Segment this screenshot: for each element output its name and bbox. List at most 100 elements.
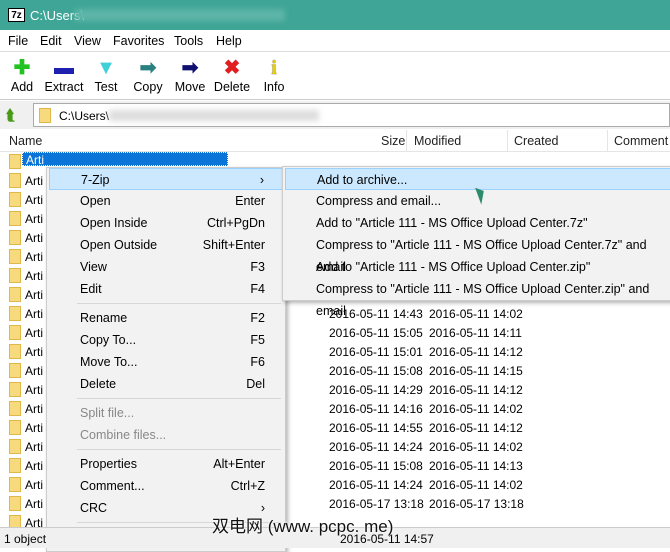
menu-item-shortcut: Enter [235, 194, 265, 208]
menu-item-shortcut: F5 [250, 333, 265, 347]
extract-button[interactable]: ▬ Extract [42, 56, 86, 94]
context-item-open[interactable]: Open Enter [49, 190, 283, 212]
folder-icon [9, 401, 21, 416]
created-cell: 2016-05-11 14:12 [429, 383, 523, 397]
submenu-item[interactable]: Compress to "Article 111 - MS Office Upl… [285, 278, 670, 318]
file-name: Arti [25, 421, 43, 435]
modified-cell: 2016-05-11 15:08 [329, 459, 423, 473]
context-item-combine-files: Combine files... [49, 424, 283, 446]
folder-icon [9, 496, 21, 511]
folder-up-icon[interactable]: ⮬ [6, 107, 15, 124]
context-item-view[interactable]: View F3 [49, 256, 283, 278]
created-cell: 2016-05-11 14:13 [429, 459, 523, 473]
check-icon: ▼ [96, 57, 116, 79]
menu-favorites[interactable]: Favorites [113, 34, 164, 48]
menu-item-label: Open [80, 194, 111, 208]
delete-button[interactable]: ✖ Delete [210, 56, 254, 94]
context-item-move-to[interactable]: Move To... F6 [49, 351, 283, 373]
menu-tools[interactable]: Tools [174, 34, 203, 48]
info-button[interactable]: i Info [252, 56, 296, 94]
context-item-comment[interactable]: Comment... Ctrl+Z [49, 475, 283, 497]
menu-item-shortcut: F4 [250, 282, 265, 296]
context-item-open-inside[interactable]: Open Inside Ctrl+PgDn [49, 212, 283, 234]
file-name: Arti [25, 497, 43, 511]
folder-icon [9, 325, 21, 340]
col-size[interactable]: Size [381, 134, 405, 148]
created-cell: 2016-05-11 14:02 [429, 440, 523, 454]
context-item-rename[interactable]: Rename F2 [49, 307, 283, 329]
created-cell: 2016-05-11 14:12 [429, 421, 523, 435]
submenu-item-label: Add to "Article 111 - MS Office Upload C… [316, 216, 588, 230]
submenu-item[interactable]: Compress to "Article 111 - MS Office Upl… [285, 234, 670, 274]
column-header: Name Size Modified Created Comment [0, 130, 670, 152]
menu-item-label: Open Outside [80, 238, 158, 252]
col-created[interactable]: Created [514, 134, 558, 148]
menu-help[interactable]: Help [216, 34, 242, 48]
modified-cell: 2016-05-11 14:55 [329, 421, 423, 435]
selected-file-name[interactable]: Arti [22, 152, 228, 167]
copy-button[interactable]: ➡ Copy [126, 56, 170, 94]
file-name: Arti [25, 383, 43, 397]
folder-icon [9, 344, 21, 359]
folder-icon [9, 477, 21, 492]
created-cell: 2016-05-11 14:02 [429, 478, 523, 492]
file-name: Arti [25, 288, 43, 302]
created-cell: 2016-05-11 14:15 [429, 364, 523, 378]
folder-icon [9, 382, 21, 397]
file-name: Arti [25, 174, 43, 188]
folder-icon [9, 363, 21, 378]
context-item-copy-to[interactable]: Copy To... F5 [49, 329, 283, 351]
menu-item-label: CRC [80, 501, 108, 515]
folder-icon [9, 173, 21, 188]
menu-item-label: 7-Zip [81, 173, 110, 187]
modified-cell: 2016-05-11 14:24 [329, 440, 423, 454]
file-name: Arti [25, 478, 43, 492]
blurred-path [109, 110, 319, 121]
col-name[interactable]: Name [9, 134, 42, 148]
watermark: 双电网 (www. pcpc. me) [212, 517, 394, 536]
file-name: Arti [25, 326, 43, 340]
col-comment[interactable]: Comment [614, 134, 668, 148]
col-modified[interactable]: Modified [414, 134, 461, 148]
status-count: 1 object [4, 532, 47, 546]
context-item-delete[interactable]: Delete Del [49, 373, 283, 395]
file-name: Arti [25, 250, 43, 264]
file-name: Arti [25, 269, 43, 283]
menu-item-shortcut: F2 [250, 311, 265, 325]
context-item-properties[interactable]: Properties Alt+Enter [49, 453, 283, 475]
menu-item-shortcut: Ctrl+Z [230, 479, 265, 493]
menu-item-shortcut: Ctrl+PgDn [206, 216, 265, 230]
submenu-item-label: Compress and email... [316, 194, 442, 208]
address-input[interactable]: C:\Users\ [33, 103, 670, 127]
add-button[interactable]: ✚ Add [0, 56, 44, 94]
context-item-edit[interactable]: Edit F4 [49, 278, 283, 300]
extract-label: Extract [44, 80, 84, 94]
menu-edit[interactable]: Edit [40, 34, 62, 48]
menu-item-shortcut: F6 [250, 355, 265, 369]
menu-view[interactable]: View [74, 34, 101, 48]
test-label: Test [94, 80, 118, 94]
menu-separator [77, 398, 281, 399]
folder-icon [9, 268, 21, 283]
context-menu: 7-Zip › Open Enter Open Inside Ctrl+PgDn Open … [46, 167, 286, 552]
submenu-item[interactable]: Add to "Article 111 - MS Office Upload C… [285, 212, 670, 234]
copy-label: Copy [133, 80, 163, 94]
menu-item-label: Move To... [80, 355, 138, 369]
address-bar: ⮬ C:\Users\ [0, 101, 670, 129]
context-item-open-outside[interactable]: Open Outside Shift+Enter [49, 234, 283, 256]
menu-item-label: Copy To... [80, 333, 137, 347]
move-button[interactable]: ➡ Move [168, 56, 212, 94]
folder-icon [9, 154, 21, 169]
submenu-item[interactable]: Add to "Article 111 - MS Office Upload C… [285, 256, 670, 278]
menu-item-label: Comment... [80, 479, 145, 493]
app-logo-icon: 7z [8, 8, 25, 22]
menu-file[interactable]: File [8, 34, 28, 48]
test-button[interactable]: ▼ Test [84, 56, 128, 94]
move-label: Move [174, 80, 206, 94]
created-cell: 2016-05-17 13:18 [429, 497, 524, 511]
context-item-7-zip[interactable]: 7-Zip › [49, 168, 283, 190]
menu-item-shortcut: Shift+Enter [202, 238, 265, 252]
modified-cell: 2016-05-11 14:16 [329, 402, 423, 416]
menu-item-label: View [80, 260, 107, 274]
delete-label: Delete [213, 80, 251, 94]
